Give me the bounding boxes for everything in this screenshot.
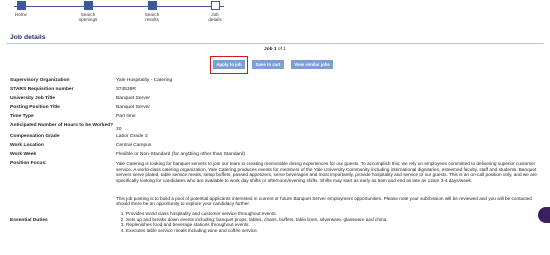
field-value: 374539R xyxy=(116,87,136,92)
step-marker xyxy=(16,1,26,10)
field-value: Central Campus xyxy=(116,142,152,148)
field-value: Labor Grade 3 xyxy=(116,133,148,139)
action-bar: Apply to job Save to cart View similar j… xyxy=(0,56,550,76)
field-label: University Job Title xyxy=(10,96,56,101)
field-row: Work Week Flexible or Non-Standard (for … xyxy=(10,151,540,160)
field-label: Time Type xyxy=(10,114,34,119)
job-details-table: Supervisory Organization Yale Hospitalit… xyxy=(10,77,540,233)
field-row: Compensation Grade Labor Grade 3 xyxy=(10,133,540,142)
chat-bubble-icon[interactable] xyxy=(538,207,550,223)
field-label: Position Focus: xyxy=(10,160,47,166)
field-value: Banquet Server xyxy=(116,105,150,110)
field-row: Work Location Central Campus xyxy=(10,142,540,151)
field-label: Supervisory Organization xyxy=(10,78,70,83)
field-row: Supervisory Organization Yale Hospitalit… xyxy=(10,77,540,86)
step-home[interactable]: Home xyxy=(1,1,41,17)
field-label: Essential Duties xyxy=(10,218,48,224)
position-focus-row: Position Focus: Yale Catering is looking… xyxy=(10,160,540,207)
step-label: Search openings xyxy=(78,12,98,22)
field-row: STARS Requisition number 374539R xyxy=(10,86,540,95)
step-label: Home xyxy=(14,12,28,17)
field-label: STARS Requisition number xyxy=(10,87,74,92)
save-to-cart-button[interactable]: Save to cart xyxy=(252,60,284,69)
step-job-details: Job details xyxy=(195,1,235,22)
step-label: Search results xyxy=(144,12,160,22)
field-label: Posting Position Title xyxy=(10,105,60,110)
field-value: 20 xyxy=(116,127,122,132)
step-marker-current xyxy=(210,1,220,10)
step-marker xyxy=(83,1,93,10)
description-paragraph: This job posting is to build a pool of p… xyxy=(116,195,532,207)
field-row: Posting Position Title Banquet Server xyxy=(10,104,540,113)
page-title: Job details xyxy=(10,34,46,41)
field-row: Time Type Part time xyxy=(10,113,540,122)
field-label: Work Location xyxy=(10,142,44,148)
field-label: Compensation Grade xyxy=(10,133,60,139)
position-focus-text: Yale Catering is looking for banquet ser… xyxy=(116,160,540,207)
apply-to-job-button[interactable]: Apply to job xyxy=(213,60,245,69)
duties-list-container: Provides world class hospitality and cus… xyxy=(116,210,540,233)
step-search-openings[interactable]: Search openings xyxy=(68,1,108,22)
step-search-results[interactable]: Search results xyxy=(132,1,172,22)
view-similar-jobs-button[interactable]: View similar jobs xyxy=(291,60,333,69)
stepper-line xyxy=(14,6,224,7)
divider xyxy=(6,43,544,44)
essential-duties-row: Essential Duties Provides world class ho… xyxy=(10,210,540,233)
field-value: Flexible or Non-Standard (for anything o… xyxy=(116,151,246,157)
field-value: Yale Hospitality - Catering xyxy=(116,78,173,83)
step-label: Job details xyxy=(208,12,222,22)
field-value: Part time xyxy=(116,114,136,119)
pager: Job 1 of 1 xyxy=(264,47,286,52)
field-label: Work Week xyxy=(10,151,37,157)
description-paragraph: Yale Catering is looking for banquet ser… xyxy=(116,160,537,183)
step-marker xyxy=(147,1,157,10)
list-item: Executes table service meals including w… xyxy=(126,228,540,234)
progress-stepper: Home Search openings Search results Job det… xyxy=(0,0,550,26)
field-value: Banquet Server xyxy=(116,96,150,101)
field-label: Anticipated Number of Hours to be Worked… xyxy=(10,123,114,128)
duties-list: Provides world class hospitality and cus… xyxy=(116,211,540,233)
field-row: Anticipated Number of Hours to be Worked… xyxy=(10,122,540,133)
field-row: University Job Title Banquet Server xyxy=(10,95,540,104)
